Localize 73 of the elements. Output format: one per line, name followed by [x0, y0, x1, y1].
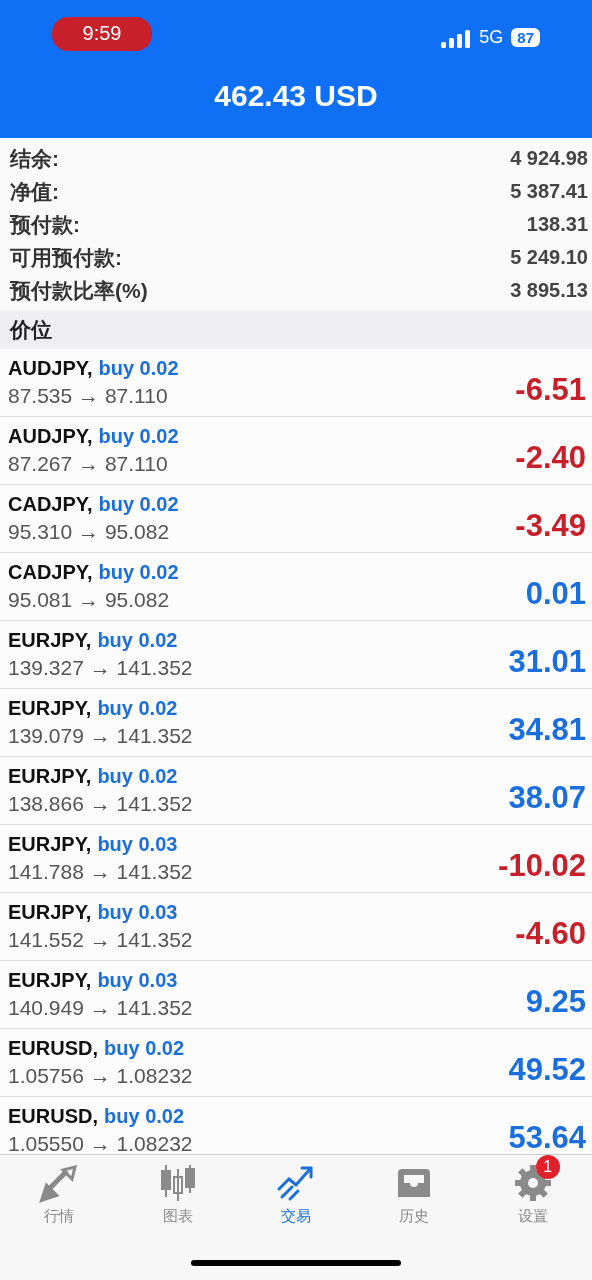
tab-label: 历史 [399, 1207, 430, 1226]
profit-value: -10.02 [498, 847, 586, 884]
tab-label: 图表 [162, 1207, 193, 1226]
price-text: 95.081 → 95.082 [8, 588, 171, 612]
price-text: 140.949 → 141.352 [8, 996, 193, 1020]
profit-value: 0.01 [525, 575, 586, 612]
symbol-text: EURJPY, [8, 901, 92, 924]
price-text: 95.310 → 95.082 [8, 520, 171, 544]
price-text: 1.05550 → 1.08232 [8, 1132, 193, 1154]
summary-label: 净值: [10, 178, 59, 205]
profit-value: 34.81 [508, 711, 586, 748]
order-text: buy 0.02 [104, 1105, 185, 1128]
summary-value: 5 249.10 [510, 246, 588, 269]
price-text: 139.327 → 141.352 [8, 656, 193, 680]
tab-label: 行情 [44, 1207, 75, 1226]
symbol-text: EURJPY, [8, 833, 92, 856]
tab-item[interactable]: 交易 [250, 1155, 341, 1226]
tab-label: 交易 [280, 1207, 311, 1226]
order-text: buy 0.02 [98, 425, 179, 448]
order-text: buy 0.02 [97, 629, 178, 652]
order-text: buy 0.02 [97, 765, 178, 788]
symbol-text: CADJPY, [8, 493, 93, 516]
balance-title: 462.43 USD [213, 79, 379, 113]
price-text: 87.535 → 87.110 [8, 384, 169, 408]
symbol-text: EURUSD, [8, 1037, 98, 1060]
symbol-text: EURJPY, [8, 697, 92, 720]
profit-value: 38.07 [508, 779, 586, 816]
summary-label: 可用预付款: [10, 244, 122, 271]
price-text: 1.05756 → 1.08232 [8, 1064, 193, 1088]
profit-value: 53.64 [508, 1119, 586, 1154]
symbol-text: EURUSD, [8, 1105, 98, 1128]
price-text: 138.866 → 141.352 [8, 792, 193, 816]
order-text: buy 0.02 [98, 493, 179, 516]
order-text: buy 0.03 [97, 969, 178, 992]
profit-value: -6.51 [515, 371, 586, 408]
summary-label: 结余: [10, 145, 59, 172]
price-text: 141.552 → 141.352 [8, 928, 193, 952]
profit-value: -4.60 [515, 915, 586, 952]
profit-value: 31.01 [508, 643, 586, 680]
symbol-text: CADJPY, [8, 561, 93, 584]
price-text: 141.788 → 141.352 [8, 860, 193, 884]
order-text: buy 0.02 [98, 561, 179, 584]
summary-value: 5 387.41 [510, 180, 588, 203]
symbol-text: AUDJPY, [8, 357, 93, 380]
order-text: buy 0.03 [97, 901, 178, 924]
symbol-text: AUDJPY, [8, 425, 93, 448]
order-text: buy 0.02 [104, 1037, 185, 1060]
summary-label: 预付款: [10, 211, 80, 238]
summary-value: 4 924.98 [510, 147, 588, 170]
summary-label: 预付款比率(%) [10, 277, 148, 304]
section-header: 价位 [0, 311, 592, 349]
network-label: 5G [479, 27, 504, 48]
order-text: buy 0.02 [98, 357, 179, 380]
profit-value: 9.25 [525, 983, 586, 1020]
signal-icon [441, 27, 472, 48]
order-text: buy 0.02 [97, 697, 178, 720]
status-time: 9:59 [52, 16, 152, 51]
notification-badge: 1 [535, 1155, 560, 1179]
profit-value: 49.52 [508, 1051, 586, 1088]
profit-value: -3.49 [515, 507, 586, 544]
price-text: 87.267 → 87.110 [8, 452, 169, 476]
order-text: buy 0.03 [97, 833, 178, 856]
battery-level: 87 [511, 28, 540, 47]
tab-item[interactable]: 设置 1 [487, 1155, 578, 1226]
arrows-icon [39, 1163, 80, 1203]
symbol-text: EURJPY, [8, 969, 92, 992]
summary-value: 138.31 [526, 213, 588, 236]
profit-value: -2.40 [515, 439, 586, 476]
tab-label: 设置 [517, 1207, 548, 1226]
symbol-text: EURJPY, [8, 765, 92, 788]
symbol-text: EURJPY, [8, 629, 92, 652]
price-text: 139.079 → 141.352 [8, 724, 193, 748]
summary-value: 3 895.13 [510, 279, 588, 302]
